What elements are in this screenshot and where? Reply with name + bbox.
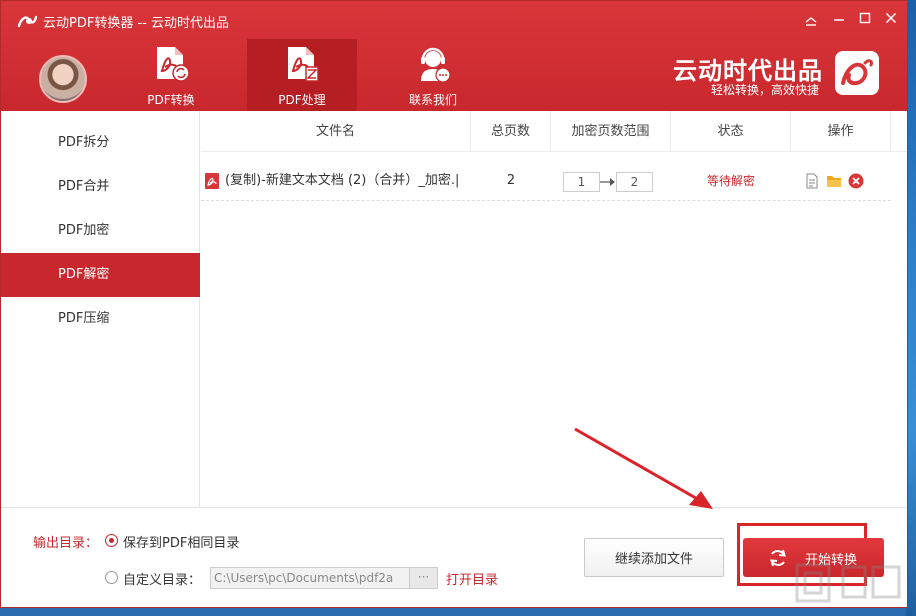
custom-path-input[interactable]: [210, 567, 410, 589]
row-pages: 2: [506, 173, 516, 188]
add-files-button[interactable]: 继续添加文件: [584, 538, 724, 577]
browse-button[interactable]: ···: [410, 567, 438, 589]
close-icon[interactable]: [881, 11, 901, 29]
title-bar: 云动PDF转换器 -- 云动时代出品: [1, 1, 907, 39]
tab-contact-us[interactable]: 联系我们: [378, 39, 488, 111]
row-filename: (复制)-新建文本文档 (2)（合并）_加密.|: [225, 173, 460, 188]
pdf-process-icon: [288, 47, 319, 82]
column-header-status: 状态: [671, 111, 791, 152]
table-row[interactable]: (复制)-新建文本文档 (2)（合并）_加密.| 2 1 2 等待解密: [201, 161, 891, 201]
range-to-input[interactable]: 2: [616, 172, 653, 192]
sidebar-item-pdf-encrypt[interactable]: PDF加密: [1, 209, 200, 253]
pdf-convert-icon: [157, 47, 190, 82]
table-header: 文件名 总页数 加密页数范围 状态 操作: [201, 111, 907, 152]
window-title: 云动PDF转换器 -- 云动时代出品: [43, 16, 229, 31]
radio-custom-dir[interactable]: [105, 571, 118, 584]
sidebar: PDF拆分 PDF合并 PDF加密 PDF解密 PDF压缩: [1, 111, 200, 507]
app-logo-icon: [17, 15, 37, 28]
maximize-icon[interactable]: [855, 11, 875, 29]
option-custom-dir-label[interactable]: 自定义目录：: [123, 569, 201, 588]
folder-icon[interactable]: [826, 173, 842, 189]
radio-same-dir[interactable]: [105, 534, 118, 547]
watermark-logo: [795, 563, 901, 603]
tab-label: 联系我们: [408, 93, 457, 107]
open-dir-link[interactable]: 打开目录: [446, 569, 498, 588]
gift-icon[interactable]: [801, 11, 821, 29]
arrow-right-icon: [600, 178, 615, 186]
app-window: 云动PDF转换器 -- 云动时代出品 PDF转换 PDF处理 联系我们 云动时代…: [0, 0, 908, 608]
minimize-icon[interactable]: [829, 11, 849, 29]
document-icon[interactable]: [804, 173, 820, 189]
status-badge: 等待解密: [706, 174, 755, 188]
annotation-arrow: [574, 427, 713, 509]
column-header-range: 加密页数范围: [551, 111, 671, 152]
tab-pdf-process[interactable]: PDF处理: [247, 39, 357, 111]
avatar[interactable]: [39, 55, 87, 103]
header: 云动PDF转换器 -- 云动时代出品 PDF转换 PDF处理 联系我们 云动时代…: [1, 1, 907, 111]
refresh-icon: [770, 549, 786, 567]
column-header-filename: 文件名: [201, 111, 471, 152]
option-same-dir-label[interactable]: 保存到PDF相同目录: [123, 532, 239, 551]
sidebar-item-pdf-compress[interactable]: PDF压缩: [1, 297, 200, 341]
sidebar-item-pdf-merge[interactable]: PDF合并: [1, 165, 200, 209]
delete-icon[interactable]: [848, 173, 864, 189]
range-from-input[interactable]: 1: [563, 172, 600, 192]
pdf-file-icon: [205, 173, 219, 189]
brand-logo-icon: [835, 51, 879, 95]
tab-pdf-convert[interactable]: PDF转换: [116, 39, 226, 111]
column-header-actions: 操作: [791, 111, 891, 152]
output-dir-label: 输出目录：: [33, 536, 99, 551]
column-header-pages: 总页数: [471, 111, 551, 152]
sidebar-item-pdf-decrypt[interactable]: PDF解密: [1, 253, 200, 297]
sidebar-item-pdf-split[interactable]: PDF拆分: [1, 121, 200, 165]
tab-label: PDF转换: [147, 93, 195, 107]
tab-label: PDF处理: [278, 93, 326, 107]
support-agent-icon: [421, 47, 451, 83]
footer: 输出目录： 保存到PDF相同目录 自定义目录： ··· 打开目录 继续添加文件 …: [1, 507, 907, 607]
brand-slogan: 轻松转换，高效快捷: [711, 83, 820, 97]
